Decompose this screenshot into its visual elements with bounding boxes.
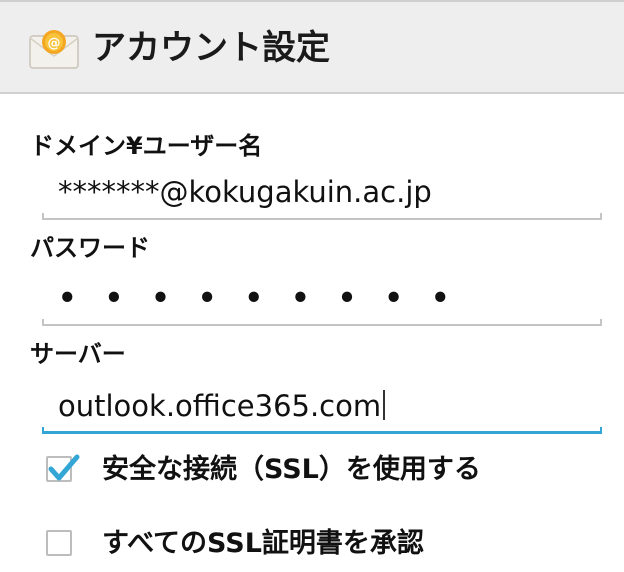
server-underline-left-tick — [42, 427, 44, 434]
ssl-option-label: 安全な接続（SSL）を使用する — [102, 454, 481, 485]
page-title: アカウント設定 — [92, 28, 330, 68]
server-value-wrap: outlook.office365.com — [58, 386, 386, 426]
password-value: • • • • • • • • • — [58, 281, 459, 315]
username-label: ドメイン¥ユーザー名 — [30, 132, 263, 160]
accept-all-certs-checkbox[interactable] — [46, 530, 72, 556]
checkmark-icon — [48, 454, 80, 481]
password-label: パスワード — [30, 234, 150, 262]
server-field[interactable]: outlook.office365.com — [42, 380, 602, 440]
username-field[interactable]: *******@kokugakuin.ac.jp — [42, 166, 602, 226]
username-underline — [42, 218, 602, 220]
password-underline — [42, 324, 602, 326]
server-label: サーバー — [30, 340, 126, 368]
server-underline-right-tick — [600, 427, 602, 434]
title-bar: @ アカウント設定 — [0, 0, 624, 94]
password-underline-left-tick — [42, 319, 44, 326]
email-app-icon: @ — [29, 30, 79, 69]
ssl-checkbox[interactable] — [46, 454, 80, 482]
server-underline — [42, 431, 602, 434]
username-value: *******@kokugakuin.ac.jp — [58, 175, 432, 209]
accept-all-certs-label: すべてのSSL証明書を承認 — [102, 528, 424, 559]
password-field[interactable]: • • • • • • • • • — [42, 272, 602, 332]
username-underline-left-tick — [42, 213, 44, 220]
text-cursor — [383, 390, 386, 420]
svg-text:@: @ — [48, 36, 61, 51]
password-underline-right-tick — [600, 319, 602, 326]
server-value: outlook.office365.com — [58, 389, 382, 423]
username-underline-right-tick — [600, 213, 602, 220]
